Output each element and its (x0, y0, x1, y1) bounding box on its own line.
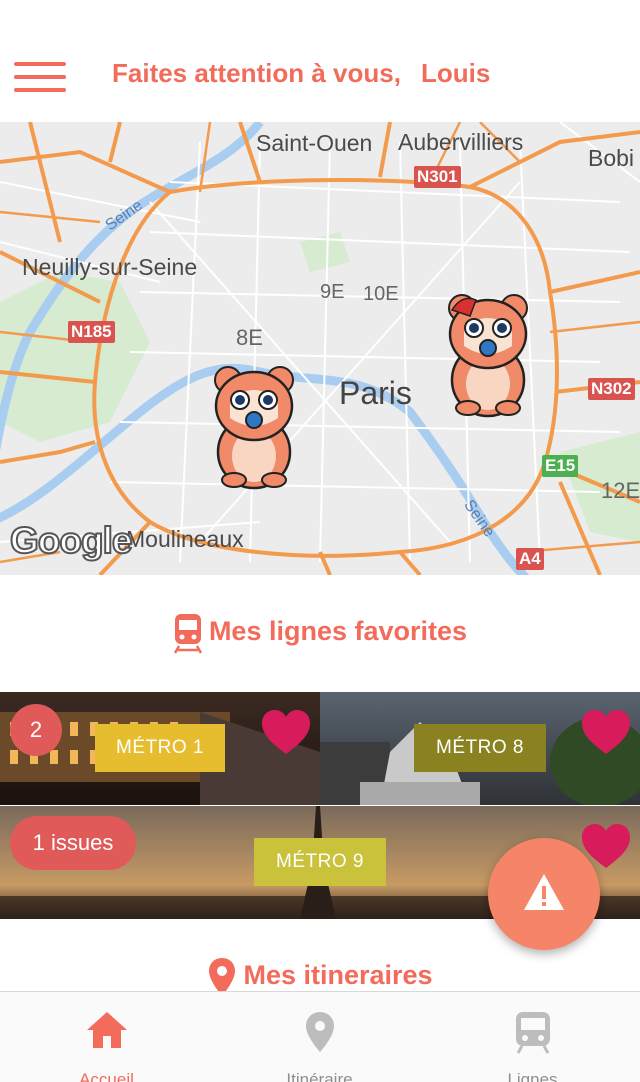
map-label-saint-ouen: Saint-Ouen (256, 130, 373, 156)
tab-lignes[interactable]: Lignes (426, 992, 639, 1082)
itineraries-title-text: Mes itineraires (243, 960, 433, 991)
tab-itineraire[interactable]: Itinéraire (213, 992, 426, 1082)
map-label-paris: Paris (339, 375, 412, 411)
location-pin-icon (305, 1012, 334, 1052)
map-label-neuilly: Neuilly-sur-Seine (22, 254, 198, 280)
greeting-text: Faites attention à vous, Louis (112, 58, 490, 89)
warning-icon (524, 874, 564, 910)
line-label: MÉTRO 8 (414, 724, 546, 772)
report-alert-button[interactable] (488, 838, 600, 950)
app-header: Faites attention à vous, Louis (0, 0, 640, 122)
map-background (0, 122, 640, 575)
google-logo: Google (9, 519, 133, 562)
road-badge-n185: N185 (68, 321, 115, 343)
menu-bar (14, 88, 66, 92)
road-badge-a4: A4 (516, 548, 544, 570)
tab-label: Lignes (507, 1070, 558, 1082)
train-icon (515, 1012, 550, 1054)
menu-bar (14, 75, 66, 79)
line-label: MÉTRO 1 (95, 724, 225, 772)
menu-button[interactable] (14, 58, 68, 96)
map-label-moulineaux: Moulineaux (126, 526, 244, 552)
bottom-tab-bar: Accueil Itinéraire Lignes (0, 991, 640, 1082)
favorites-section-title: Mes lignes favorites (0, 612, 640, 654)
user-name: Louis (420, 58, 491, 88)
alert-count-badge: 2 (10, 704, 62, 756)
road-badge-e15: E15 (542, 455, 579, 477)
map-label-9e: 9E (320, 281, 345, 303)
map-label-12e: 12E (601, 478, 640, 503)
road-badge-n302: N302 (588, 378, 635, 400)
home-icon (86, 1012, 127, 1048)
favorite-heart-icon[interactable] (580, 708, 632, 756)
map-label-8e: 8E (236, 325, 263, 350)
map-label-aubervilliers: Aubervilliers (398, 129, 524, 155)
tab-label: Accueil (79, 1070, 134, 1082)
tab-label: Itinéraire (286, 1070, 353, 1082)
hamster-marker-icon[interactable] (208, 360, 300, 490)
menu-bar (14, 62, 66, 66)
map-view[interactable]: Saint-Ouen Aubervilliers Bobi Neuilly-su… (0, 122, 640, 575)
road-badge-n301: N301 (414, 166, 461, 188)
greeting-message: Faites attention à vous, (112, 58, 401, 88)
train-icon (173, 614, 203, 654)
app-root: Faites attention à vous, Louis Saint-Oue… (0, 0, 640, 1082)
map-label-10e: 10E (363, 283, 399, 305)
map-label-bobigny: Bobi (588, 145, 635, 171)
tab-accueil[interactable]: Accueil (0, 992, 213, 1082)
favorite-heart-icon[interactable] (260, 708, 312, 756)
hamster-marker-icon[interactable] (442, 288, 534, 418)
issues-badge: 1 issues (10, 816, 136, 870)
favorites-title-text: Mes lignes favorites (208, 616, 468, 647)
line-label: MÉTRO 9 (254, 838, 386, 886)
